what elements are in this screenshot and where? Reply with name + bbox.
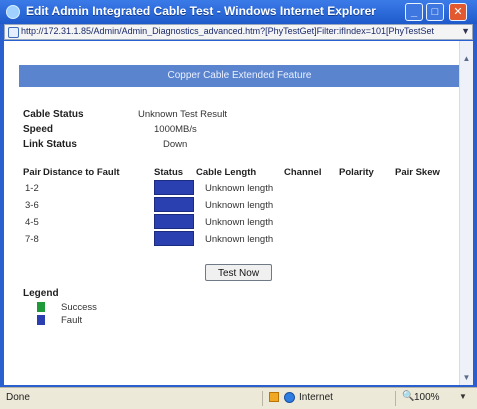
- cable-status-label: Cable Status: [23, 109, 84, 120]
- cable-length-value: Unknown length: [205, 200, 274, 211]
- cable-length-value: Unknown length: [205, 183, 274, 194]
- column-header-cable-length: Cable Length: [196, 167, 257, 178]
- column-header-channel: Channel: [284, 167, 322, 178]
- link-status-value: Down: [163, 139, 188, 150]
- cable-status-value: Unknown Test Result: [138, 109, 228, 120]
- address-dropdown-icon[interactable]: ▼: [461, 26, 470, 36]
- close-button[interactable]: ✕: [449, 3, 467, 21]
- test-now-button[interactable]: Test Now: [205, 264, 272, 281]
- minimize-button[interactable]: _: [405, 3, 423, 21]
- vertical-scrollbar[interactable]: ▲ ▼: [459, 41, 473, 385]
- page-icon: [8, 27, 19, 38]
- window-title: Edit Admin Integrated Cable Test - Windo…: [26, 4, 376, 18]
- protected-mode-icon: [269, 392, 279, 402]
- status-divider: [262, 391, 263, 406]
- column-header-status: Status: [154, 167, 184, 178]
- column-header-pair-skew: Pair Skew: [395, 167, 440, 178]
- status-text: Done: [6, 392, 30, 403]
- globe-icon: [284, 392, 295, 403]
- maximize-button[interactable]: □: [426, 3, 444, 21]
- speed-value: 1000MB/s: [154, 124, 197, 135]
- zoom-icon[interactable]: 🔍: [402, 391, 414, 402]
- pair-label: 7-8: [25, 234, 39, 245]
- security-zone: Internet: [299, 392, 333, 403]
- scroll-down-icon[interactable]: ▼: [461, 373, 472, 383]
- pair-label: 4-5: [25, 217, 39, 228]
- status-indicator: [154, 231, 194, 246]
- cable-length-value: Unknown length: [205, 217, 274, 228]
- pair-label: 3-6: [25, 200, 39, 211]
- legend-fault-label: Fault: [61, 315, 83, 326]
- title-bar: Edit Admin Integrated Cable Test - Windo…: [0, 0, 477, 24]
- pair-label: 1-2: [25, 183, 39, 194]
- status-bar: Done Internet 🔍 100% ▼: [0, 387, 477, 409]
- address-bar[interactable]: http://172.31.1.85/Admin/Admin_Diagnosti…: [4, 24, 473, 40]
- legend-title: Legend: [23, 288, 59, 299]
- feature-banner: Copper Cable Extended Feature: [19, 65, 460, 87]
- status-indicator: [154, 197, 194, 212]
- scroll-up-icon[interactable]: ▲: [461, 54, 472, 64]
- page-content: Copper Cable Extended Feature Cable Stat…: [4, 41, 473, 385]
- zoom-dropdown-icon[interactable]: ▼: [459, 392, 467, 401]
- speed-label: Speed: [23, 124, 54, 135]
- ie-logo-icon: [6, 5, 20, 19]
- column-header-polarity: Polarity: [339, 167, 374, 178]
- legend-success-label: Success: [61, 302, 97, 313]
- browser-window: Edit Admin Integrated Cable Test - Windo…: [0, 0, 477, 409]
- status-divider: [395, 391, 396, 406]
- status-indicator: [154, 180, 194, 195]
- legend-success-swatch: [37, 302, 45, 312]
- zoom-level[interactable]: 100%: [414, 392, 440, 403]
- column-header-distance: Distance to Fault: [43, 167, 120, 178]
- status-indicator: [154, 214, 194, 229]
- link-status-label: Link Status: [23, 139, 77, 150]
- cable-length-value: Unknown length: [205, 234, 274, 245]
- legend-fault-swatch: [37, 315, 45, 325]
- column-header-pair: Pair: [23, 167, 41, 178]
- address-url[interactable]: http://172.31.1.85/Admin/Admin_Diagnosti…: [21, 26, 461, 36]
